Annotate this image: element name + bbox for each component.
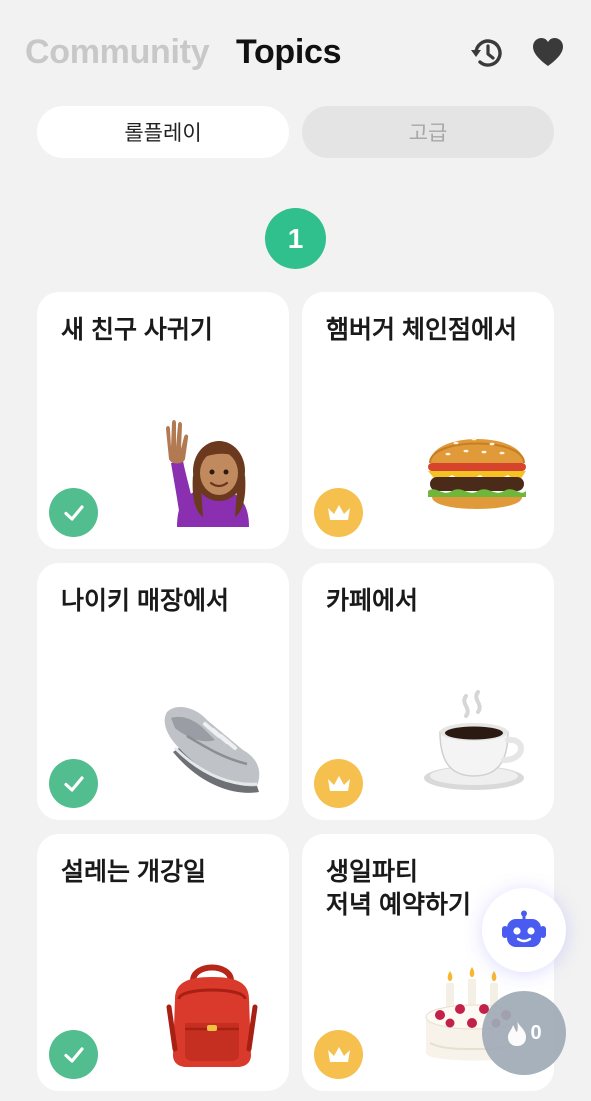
card-title: 새 친구 사귀기 <box>61 316 213 344</box>
robot-icon <box>502 910 546 947</box>
card-title: 설레는 개강일 <box>61 858 206 886</box>
completed-status-icon <box>49 759 98 808</box>
tab-topics[interactable]: Topics <box>236 33 342 72</box>
streak-button[interactable]: 0 <box>482 991 566 1075</box>
person-raising-hand-icon <box>166 420 249 527</box>
card-title: 나이키 매장에서 <box>61 587 229 615</box>
crown-icon <box>314 488 363 537</box>
completed-status-icon <box>49 1030 98 1079</box>
card-title: 햄버거 체인점에서 <box>326 316 517 344</box>
ai-bot-button[interactable] <box>482 888 566 972</box>
header: Community Topics <box>0 0 591 100</box>
crown-icon <box>314 759 363 808</box>
card-title: 생일파티 저녁 예약하기 <box>326 858 471 919</box>
streak-count: 0 <box>530 1021 542 1044</box>
backpack-icon <box>166 964 258 1067</box>
completed-status-icon <box>49 488 98 537</box>
history-icon[interactable] <box>470 36 504 70</box>
topic-card-nike-store[interactable]: 나이키 매장에서 <box>37 563 289 820</box>
topic-card-burger-chain[interactable]: 햄버거 체인점에서 <box>302 292 554 549</box>
hot-coffee-icon <box>424 690 524 790</box>
card-title: 카페에서 <box>326 587 419 615</box>
topic-card-make-friends[interactable]: 새 친구 사귀기 <box>37 292 289 549</box>
topic-card-first-day-of-school[interactable]: 설레는 개강일 <box>37 834 289 1091</box>
fire-icon <box>508 1020 527 1046</box>
heart-icon[interactable] <box>531 36 565 70</box>
level-badge: 1 <box>265 208 326 269</box>
segment-advanced[interactable]: 고급 <box>302 106 554 158</box>
crown-icon <box>314 1030 363 1079</box>
hamburger-icon <box>428 437 526 509</box>
tab-community[interactable]: Community <box>25 33 210 72</box>
topic-card-cafe[interactable]: 카페에서 <box>302 563 554 820</box>
segment-roleplay[interactable]: 롤플레이 <box>37 106 289 158</box>
sneaker-icon <box>164 706 260 793</box>
